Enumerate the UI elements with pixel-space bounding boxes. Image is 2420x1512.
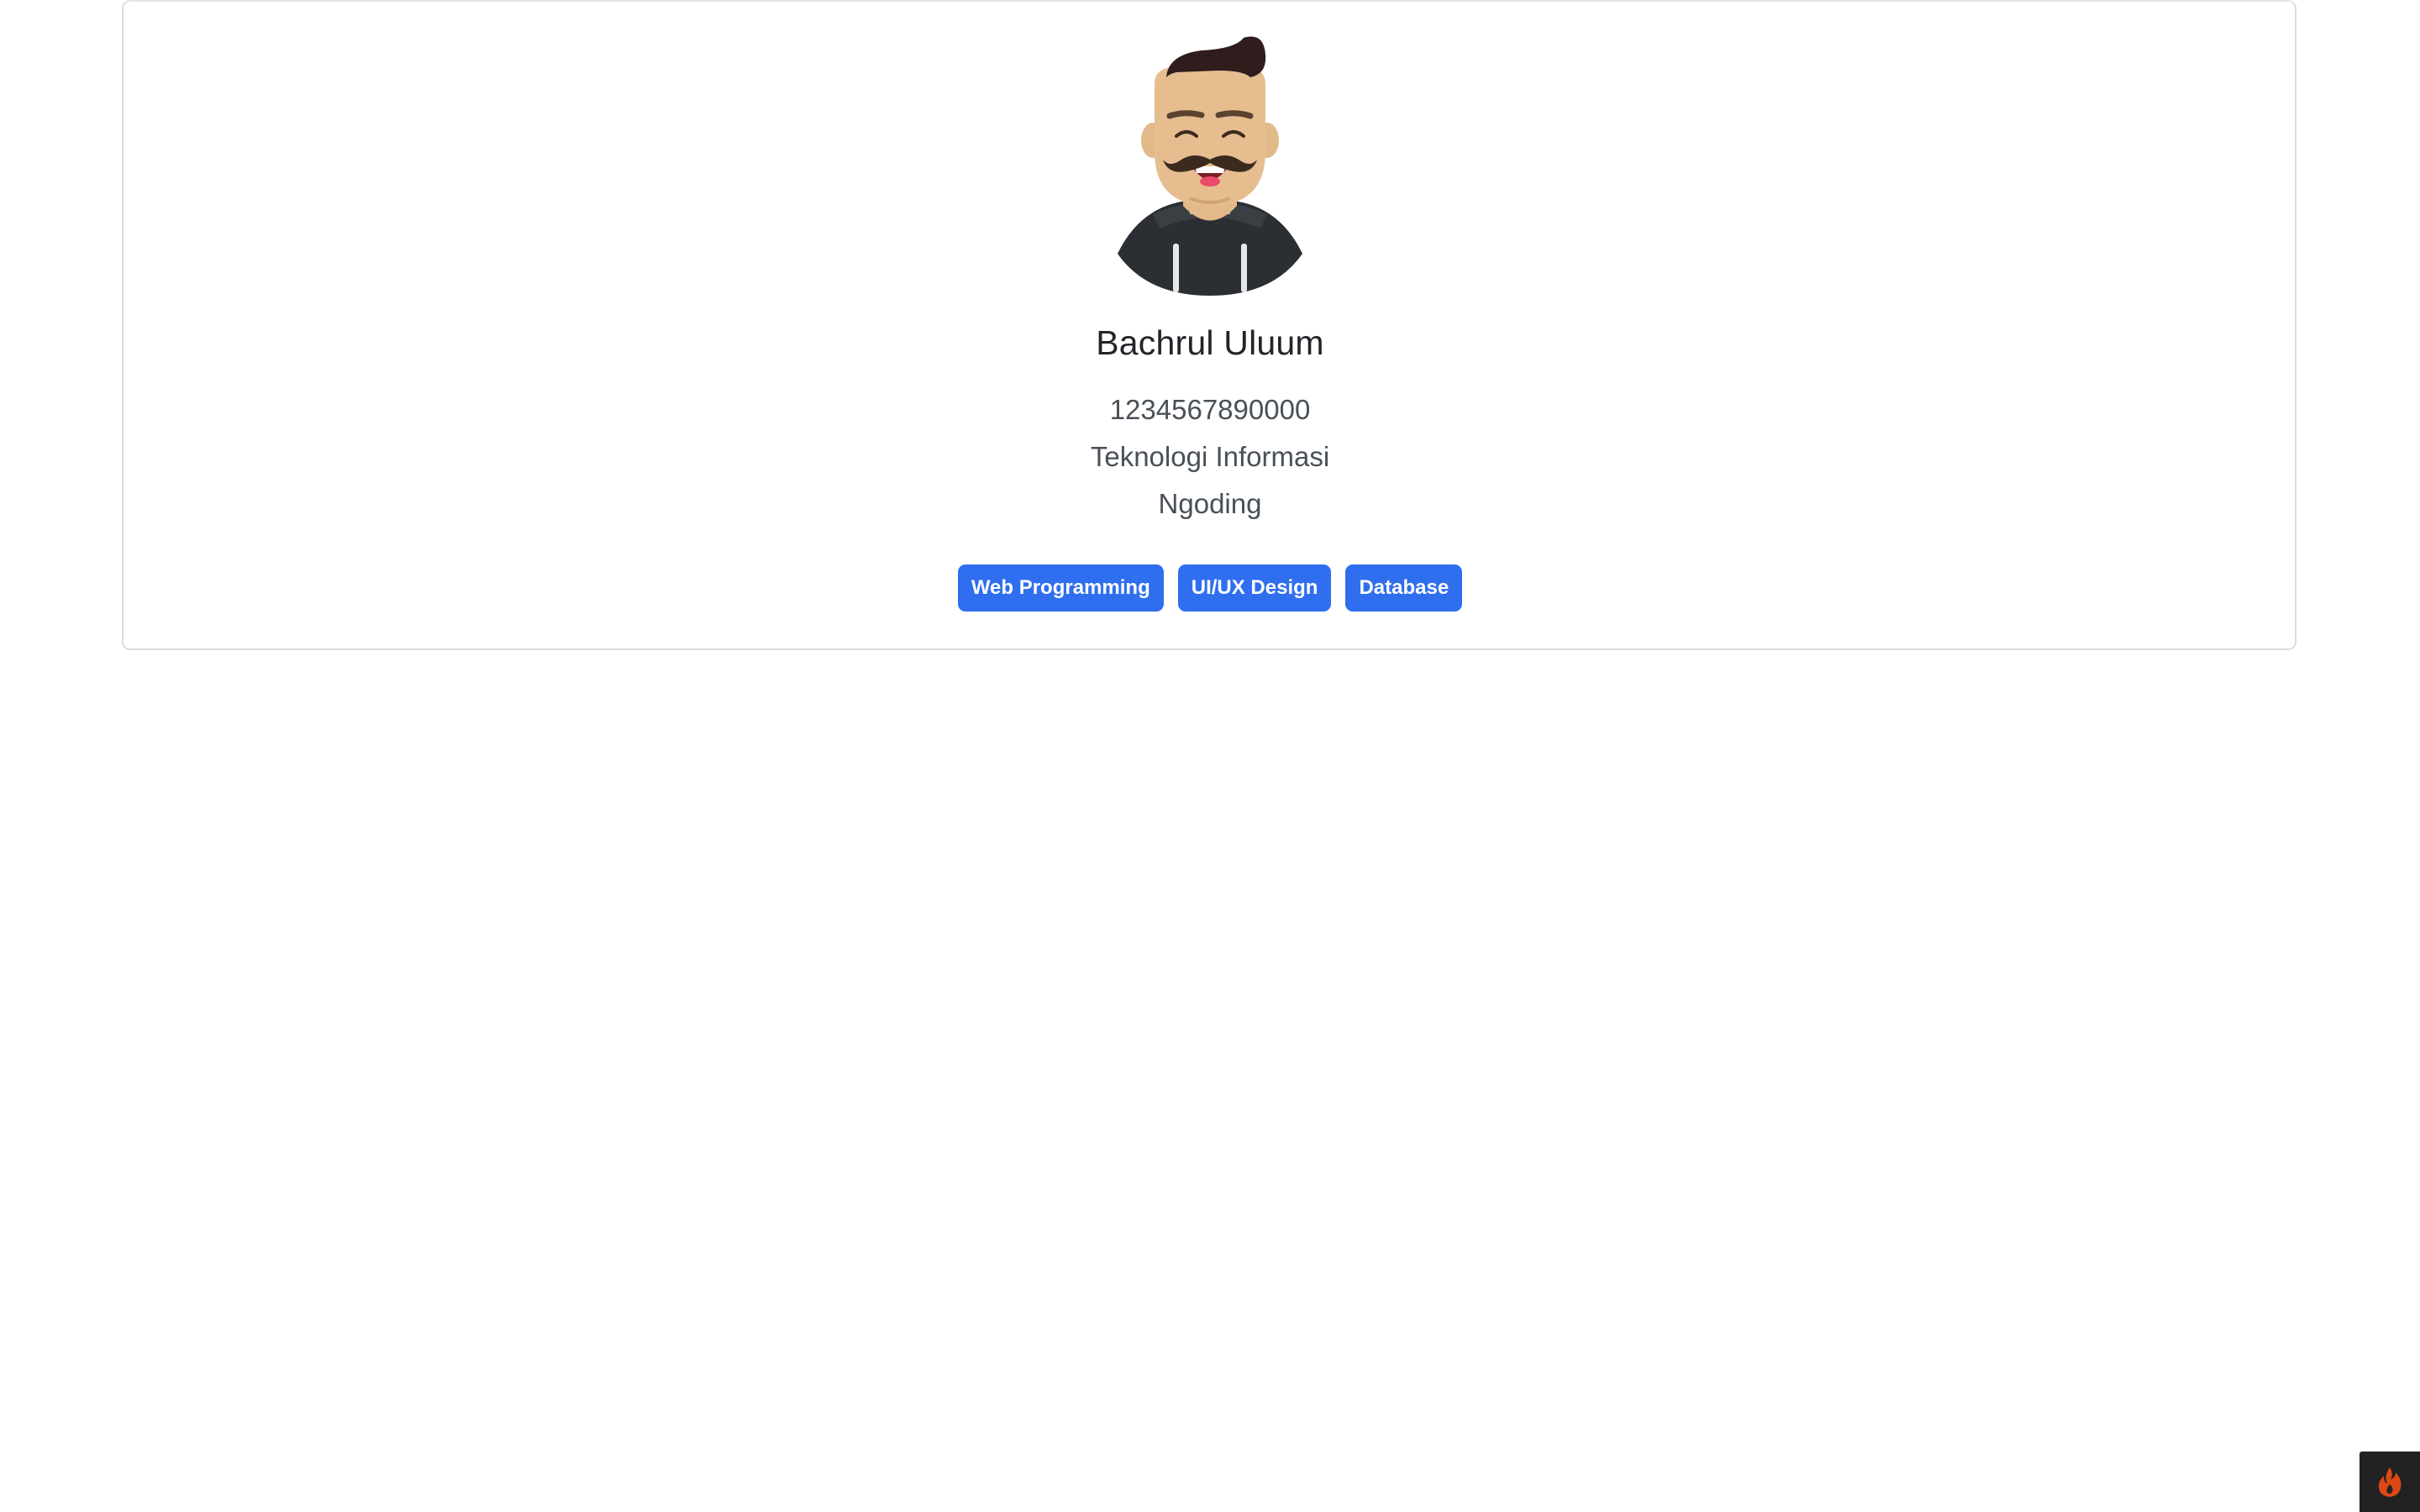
profile-hobby: Ngoding [1158,488,1262,519]
skill-badge-database[interactable]: Database [1345,564,1463,612]
profile-name: Bachrul Uluum [1096,323,1324,362]
skill-badge-web-programming[interactable]: Web Programming [957,564,1164,612]
debug-toolbar-toggle[interactable] [2360,1452,2420,1512]
skill-badge-ui-ux-design[interactable]: UI/UX Design [1177,564,1332,612]
avatar [1118,34,1302,297]
skill-badges: Web Programming UI/UX Design Database [0,564,2420,612]
flame-icon [2378,1467,2402,1497]
profile-major: Teknologi Informasi [1090,441,1330,472]
profile-nim: 1234567890000 [1109,394,1311,425]
avatar-image [1118,36,1302,296]
